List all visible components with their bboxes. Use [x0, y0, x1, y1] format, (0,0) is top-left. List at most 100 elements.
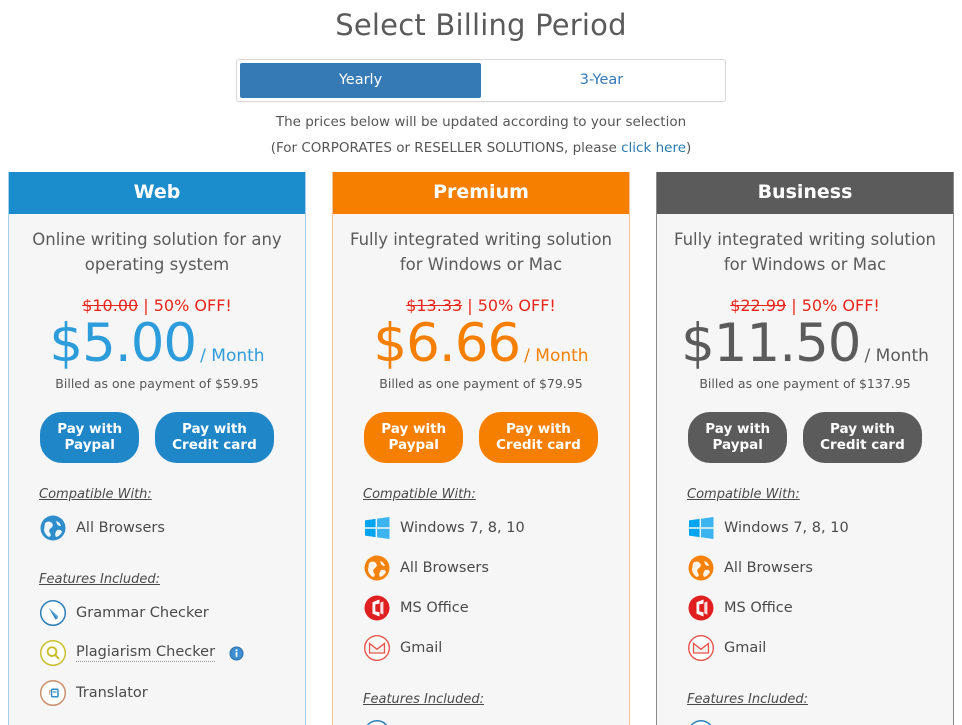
compatibility-label: MS Office — [724, 600, 793, 617]
current-price: $11.50 — [681, 312, 861, 374]
price-period: / Month — [200, 345, 265, 366]
pay-paypal-line2: Paypal — [64, 437, 115, 454]
compatible-with-label: Compatible With: — [363, 487, 476, 503]
features-included-label: Features Included: — [363, 692, 484, 708]
billing-summary: Billed as one payment of $79.95 — [379, 375, 583, 391]
pay-with-paypal-button[interactable]: Pay with Paypal — [364, 411, 464, 464]
feature-item: r Translator — [39, 673, 293, 713]
pay-card-line1: Pay with — [830, 420, 895, 437]
pricing-card-business: Business Fully integrated writing soluti… — [656, 172, 954, 725]
compatibility-label: Windows 7, 8, 10 — [724, 520, 849, 537]
billing-option-yearly[interactable]: Yearly — [240, 63, 481, 98]
billing-summary: Billed as one payment of $137.95 — [699, 375, 911, 391]
plan-name: Premium — [333, 172, 629, 214]
grammar-compass-icon — [39, 600, 67, 627]
pay-paypal-line1: Pay with — [57, 420, 123, 437]
compatibility-item: Gmail — [687, 628, 941, 668]
compatible-with-label: Compatible With: — [39, 487, 152, 503]
pricing-card-web: Web Online writing solution for any oper… — [8, 172, 306, 725]
pay-with-credit-card-button[interactable]: Pay with Credit card — [479, 411, 598, 464]
corporate-note-suffix: ) — [686, 140, 692, 156]
plan-name: Web — [9, 172, 305, 214]
price-row: $5.00/ Month — [21, 313, 293, 374]
pricing-cards: Web Online writing solution for any oper… — [0, 172, 962, 725]
pay-card-line1: Pay with — [506, 420, 571, 437]
compatibility-item: Gmail — [363, 628, 617, 668]
features-list: Grammar Checker — [345, 713, 617, 725]
plan-name: Business — [657, 172, 953, 214]
price-period: / Month — [864, 345, 929, 366]
payment-buttons: Pay with Paypal Pay with Credit card — [345, 411, 617, 464]
features-included-label: Features Included: — [39, 572, 160, 588]
pay-card-line2: Credit card — [820, 437, 905, 454]
plan-body: Fully integrated writing solution for Wi… — [333, 214, 629, 725]
billing-summary: Billed as one payment of $59.95 — [55, 375, 259, 391]
price-row: $6.66/ Month — [345, 313, 617, 374]
windows-logo-icon — [365, 517, 390, 540]
compatibility-label: All Browsers — [400, 560, 489, 577]
feature-item: Grammar Checker — [687, 713, 941, 725]
price-row: $11.50/ Month — [669, 313, 941, 374]
current-price: $5.00 — [49, 312, 197, 374]
plan-description: Fully integrated writing solution for Wi… — [673, 230, 937, 274]
plan-description: Online writing solution for any operatin… — [32, 230, 282, 274]
ms-office-icon — [688, 595, 714, 621]
corporate-click-here-link[interactable]: click here — [621, 140, 686, 156]
pricing-card-premium: Premium Fully integrated writing solutio… — [332, 172, 630, 725]
pay-paypal-line1: Pay with — [705, 420, 771, 437]
pay-paypal-line2: Paypal — [712, 437, 763, 454]
pay-with-credit-card-button[interactable]: Pay with Credit card — [155, 411, 274, 464]
info-icon[interactable] — [229, 646, 244, 661]
price-period: / Month — [524, 345, 589, 366]
plan-body: Online writing solution for any operatin… — [9, 214, 305, 717]
billing-option-3year[interactable]: 3-Year — [481, 63, 722, 98]
page-title: Select Billing Period — [335, 8, 627, 42]
compatibility-label: Windows 7, 8, 10 — [400, 520, 525, 537]
compatibility-label: Gmail — [724, 640, 767, 657]
feature-item: Grammar Checker — [39, 593, 293, 633]
compatibility-label: MS Office — [400, 600, 469, 617]
ms-office-icon — [364, 595, 390, 621]
pay-card-line2: Credit card — [172, 437, 257, 454]
pay-paypal-line1: Pay with — [381, 420, 447, 437]
feature-label: Grammar Checker — [76, 605, 209, 622]
compatibility-item: All Browsers — [363, 548, 617, 588]
pay-card-line1: Pay with — [182, 420, 247, 437]
plan-body: Fully integrated writing solution for Wi… — [657, 214, 953, 725]
compatibility-item: Windows 7, 8, 10 — [687, 508, 941, 548]
compatibility-item: All Browsers — [39, 508, 293, 548]
compatibility-label: All Browsers — [724, 560, 813, 577]
compatibility-list: All Browsers — [21, 508, 293, 548]
features-list: Grammar Checker Plagiarism Checker r Tra… — [21, 593, 293, 713]
compatibility-item: MS Office — [687, 588, 941, 628]
payment-buttons: Pay with Paypal Pay with Credit card — [21, 411, 293, 464]
pay-with-paypal-button[interactable]: Pay with Paypal — [688, 411, 788, 464]
feature-label: Plagiarism Checker — [76, 644, 216, 663]
corporate-note-prefix: (For CORPORATES or RESELLER SOLUTIONS, p… — [270, 140, 622, 156]
feature-item: Plagiarism Checker — [39, 633, 293, 673]
features-list: Grammar Checker — [669, 713, 941, 725]
feature-label: Translator — [76, 685, 148, 702]
translator-icon: r — [39, 680, 67, 707]
globe-orange-icon — [688, 555, 714, 581]
globe-blue-icon — [40, 515, 66, 541]
windows-logo-icon — [689, 517, 714, 540]
plan-description: Fully integrated writing solution for Wi… — [349, 230, 613, 274]
compatibility-item: MS Office — [363, 588, 617, 628]
grammar-compass-icon — [690, 720, 712, 725]
billing-period-toggle[interactable]: Yearly 3-Year — [236, 59, 726, 102]
payment-buttons: Pay with Paypal Pay with Credit card — [669, 411, 941, 464]
pay-with-paypal-button[interactable]: Pay with Paypal — [40, 411, 140, 464]
pay-card-line2: Credit card — [496, 437, 581, 454]
compatibility-label: Gmail — [400, 640, 443, 657]
feature-item: Grammar Checker — [363, 713, 617, 725]
plagiarism-magnifier-icon — [39, 640, 67, 667]
compatibility-list: Windows 7, 8, 10 All Browsers MS Office — [345, 508, 617, 668]
compatibility-list: Windows 7, 8, 10 All Browsers MS Office — [669, 508, 941, 668]
current-price: $6.66 — [373, 312, 521, 374]
pay-paypal-line2: Paypal — [388, 437, 439, 454]
corporate-note: (For CORPORATES or RESELLER SOLUTIONS, p… — [0, 140, 962, 156]
gmail-icon — [687, 635, 715, 662]
pay-with-credit-card-button[interactable]: Pay with Credit card — [803, 411, 922, 464]
compatible-with-label: Compatible With: — [687, 487, 800, 503]
